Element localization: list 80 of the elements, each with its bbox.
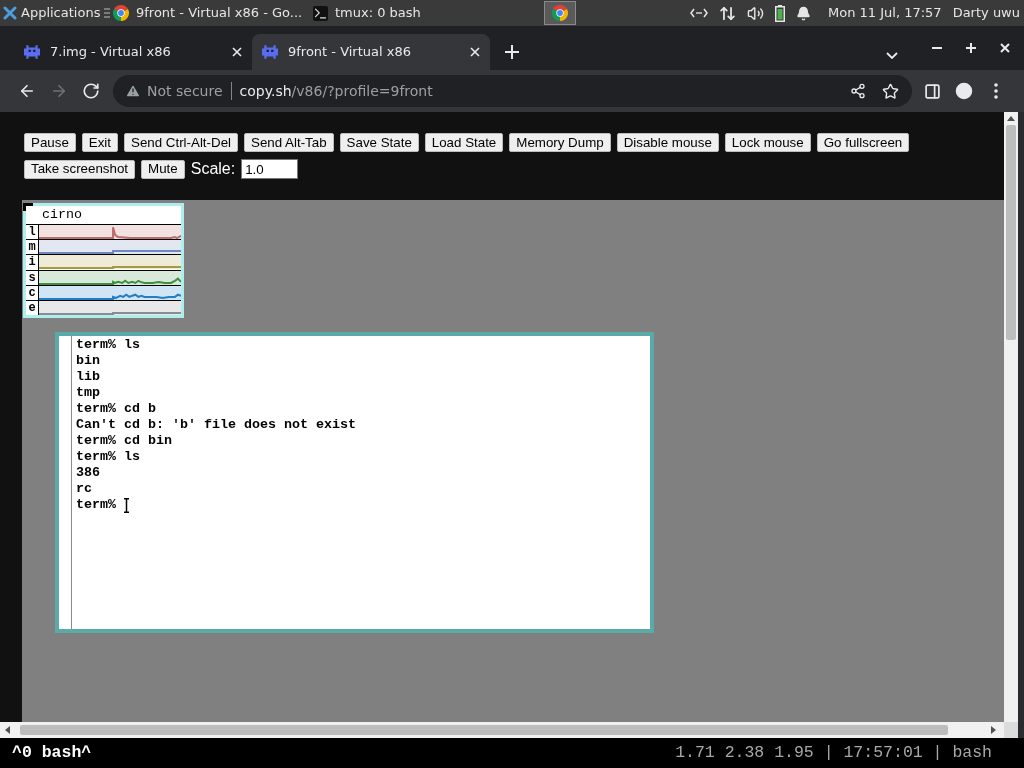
taskbar-task-button[interactable]: 9front - Virtual x86 - Go... [110,0,310,26]
more-icon [994,83,998,99]
meter-label: s [28,271,36,284]
avatar-icon [953,80,975,102]
clock[interactable]: Mon 11 Jul, 17:57 [828,3,942,23]
mute-button[interactable]: Mute [141,159,185,179]
load-state-button[interactable]: Load State [424,133,504,152]
user-menu-button[interactable]: Darty uwu [952,3,1020,23]
tab-search-chevron-icon[interactable] [886,51,898,59]
scale-label: Scale: [190,159,236,179]
maximize-icon[interactable] [966,43,976,53]
text-cursor-icon [124,497,129,513]
applications-menu-button[interactable]: Applications [0,0,110,26]
x-logo-icon [3,6,17,20]
scroll-left-arrow-icon[interactable] [5,726,10,734]
launcher-button[interactable] [544,1,576,25]
chrome-logo-icon [113,5,129,21]
meter-label: l [28,226,36,239]
terminal-line: term% [76,497,116,513]
warning-icon [125,83,141,99]
meter-label: i [28,256,36,269]
terminal-line: term% cd b [76,401,156,417]
terminal-line: term% cd bin [76,433,172,449]
corner-marker-icon [23,203,33,211]
security-chip-button[interactable]: Not secure [125,80,223,102]
send-ctrl-alt-del-button[interactable]: Send Ctrl-Alt-Del [124,133,238,152]
terminal-line: 386 [76,465,100,481]
terminal-line: lib [76,369,100,385]
menu-icon [104,8,110,18]
window-list-text: ^0 bash^ [12,744,92,762]
pause-button[interactable]: Pause [24,133,76,152]
terminal-line: bin [76,353,100,369]
star-icon [881,82,899,100]
taskbar-task-button[interactable]: tmux: 0 bash [310,0,544,26]
terminal-line: term% ls [76,337,140,353]
browser-tab[interactable]: 9front - Virtual x86 [252,34,490,70]
plus-icon [505,45,519,59]
terminal-line: rc [76,481,92,497]
address-bar[interactable]: Not secure copy.sh/v86/?profile=9front [113,75,912,107]
horizontal-scrollbar[interactable] [0,722,1004,738]
network-activity-icon [719,4,736,22]
notification-bell-icon [796,5,811,21]
meter-label: c [28,286,36,299]
close-icon [470,47,480,57]
go-fullscreen-button[interactable]: Go fullscreen [816,133,910,152]
lock-mouse-button[interactable]: Lock mouse [724,133,811,152]
share-icon [850,83,866,99]
scrollbar-thumb[interactable] [1006,125,1016,340]
scale-input[interactable]: 1.0 [241,159,299,179]
close-icon [232,47,242,57]
close-icon[interactable] [1000,43,1010,53]
url-text[interactable]: copy.sh/v86/?profile=9front [239,80,433,102]
host-name: cirno [42,208,82,222]
take-screenshot-button[interactable]: Take screenshot [24,159,136,179]
status-text: 1.71 2.38 1.95 | 17:57:01 | bash [675,744,992,762]
terminal-window[interactable]: term% ls bin lib tmp term% cd b Can't cd b: 'b' file does not exist term% cd bin term% ls 386 rc term% [55,332,654,633]
vm-screen[interactable]: cirno l m i s c e term% ls bin lib tmp term% cd b Can't cd b: 'b' file does not exist term% cd bin term% ls 386 rc term% [22,200,1004,722]
terminal-line: term% ls [76,449,140,465]
meter-label: e [28,301,36,314]
disable-mouse-button[interactable]: Disable mouse [616,133,719,152]
scrollbar-thumb[interactable] [20,725,948,735]
terminal-icon [313,5,328,21]
pixel-alien-icon [262,45,278,59]
network-icon [690,8,708,18]
scrollbar-corner [1004,722,1018,738]
meter-label: m [28,241,36,254]
scroll-up-arrow-icon[interactable] [1007,116,1015,121]
chrome-logo-icon [552,5,568,21]
memory-dump-button[interactable]: Memory Dump [509,133,611,152]
volume-icon [747,4,764,22]
vertical-scrollbar[interactable] [1004,112,1018,722]
side-panel-icon [923,82,941,100]
send-alt-tab-button[interactable]: Send Alt-Tab [244,133,334,152]
pixel-alien-icon [24,45,40,59]
terminal-line: tmp [76,385,100,401]
exit-button[interactable]: Exit [81,133,118,152]
terminal-line: Can't cd b: 'b' file does not exist [76,417,356,433]
battery-icon [775,4,785,22]
save-state-button[interactable]: Save State [339,133,419,152]
scroll-right-arrow-icon[interactable] [991,726,996,734]
